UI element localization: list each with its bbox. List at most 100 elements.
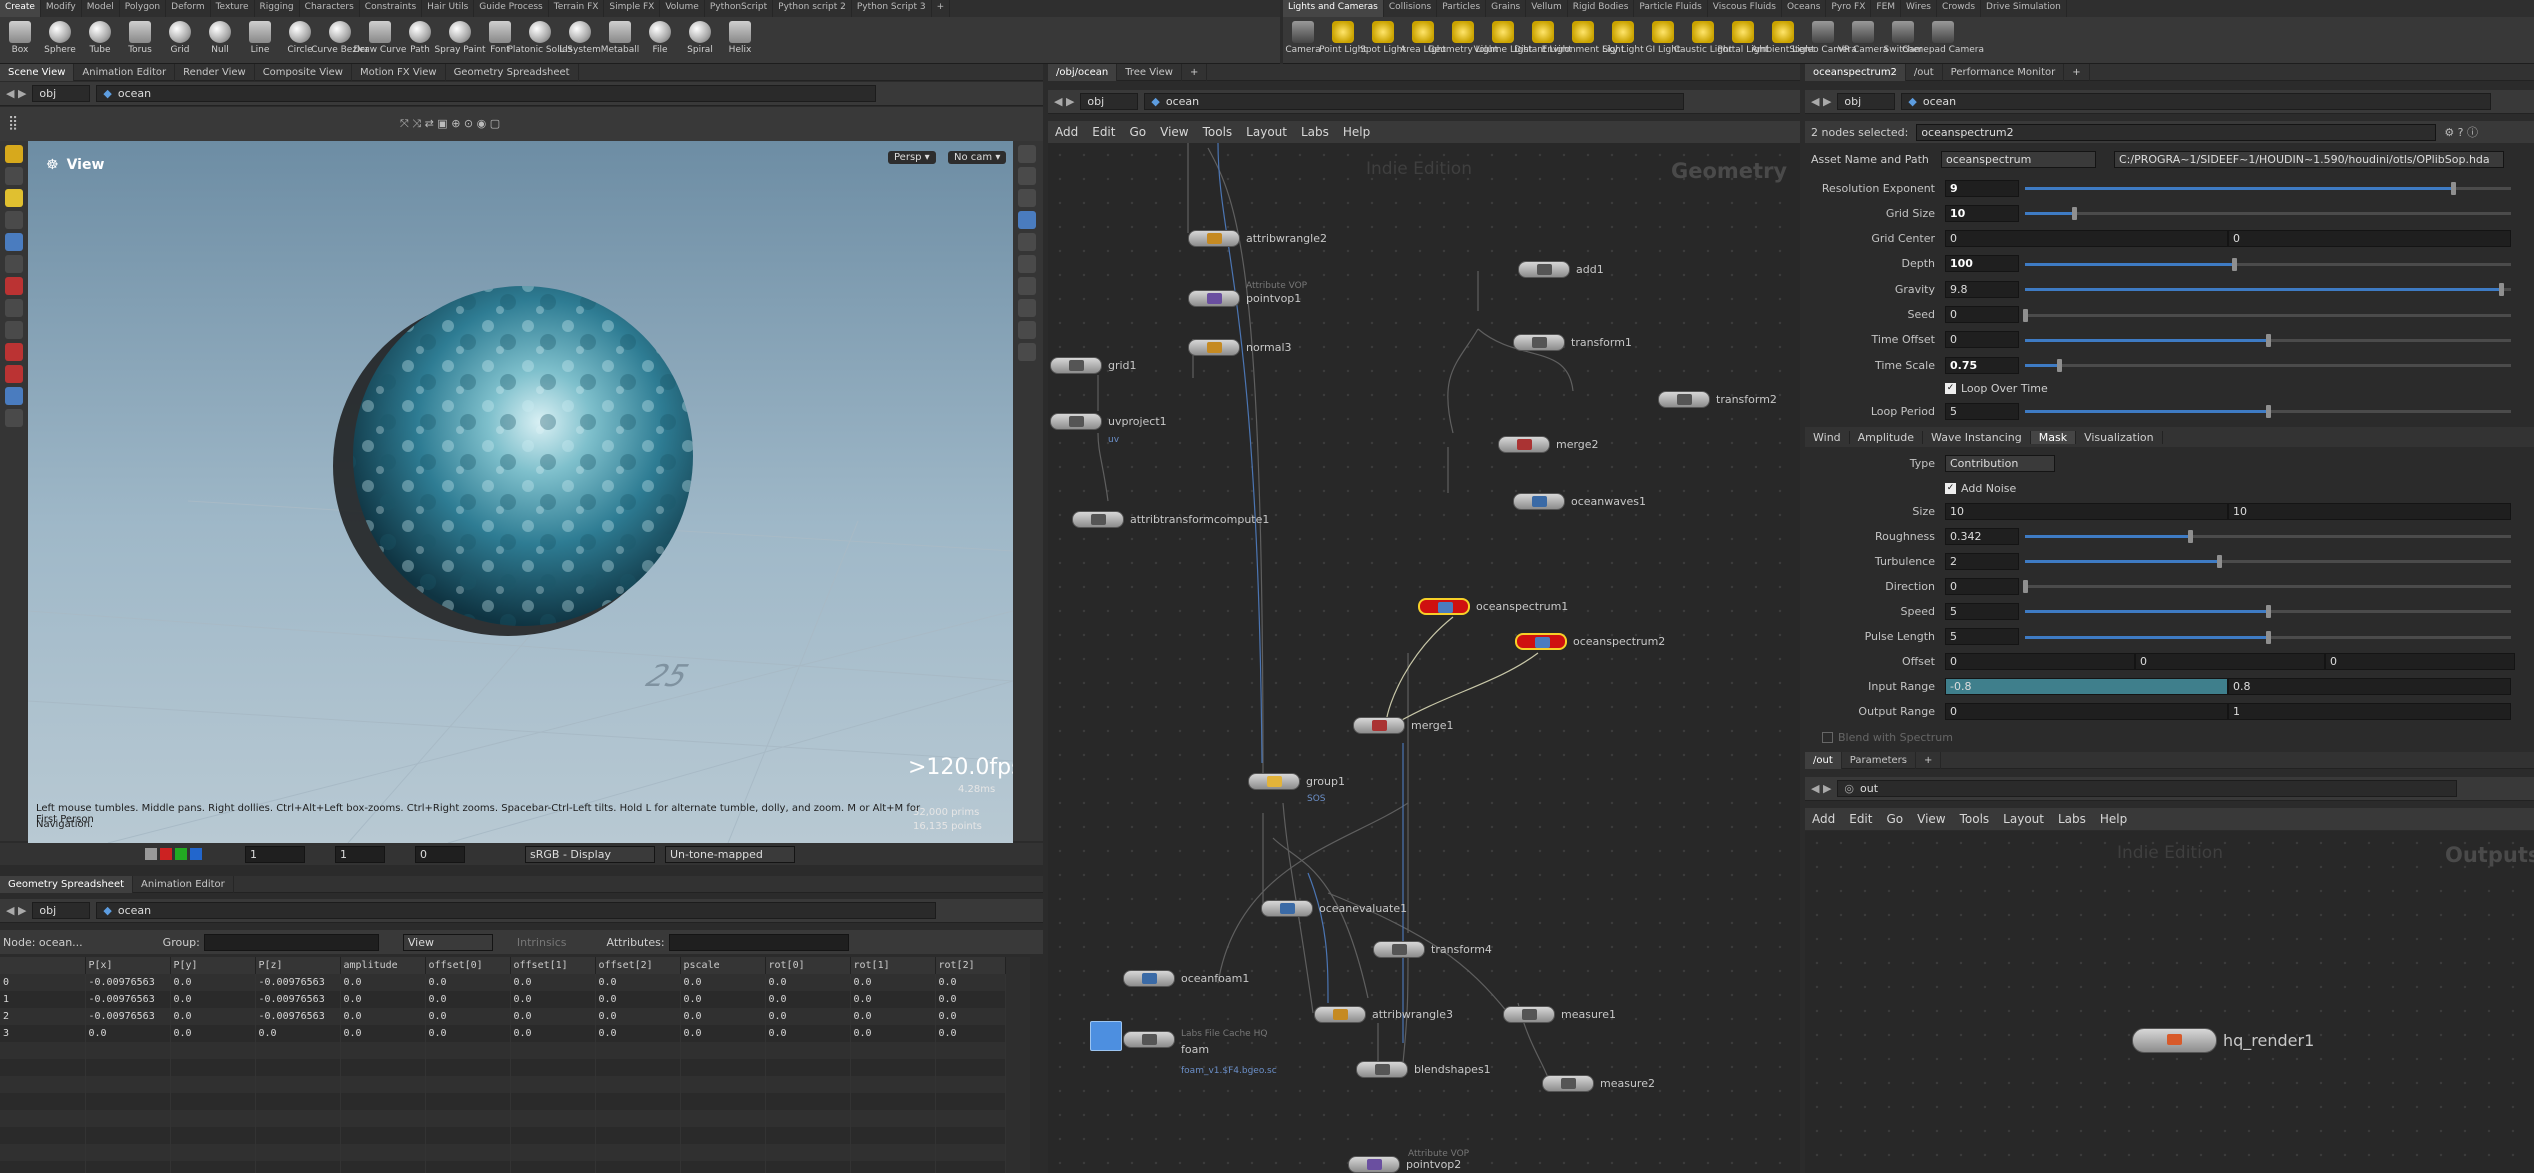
node-oceanspectrum1[interactable]: oceanspectrum1 (1418, 598, 1568, 615)
shelf-tool-tube[interactable]: Tube (80, 18, 120, 64)
shelf-tool-spot-light[interactable]: Spot Light (1360, 18, 1406, 64)
node-grid1[interactable]: grid1 (1050, 357, 1137, 374)
outnet-canvas[interactable]: Indie Edition Outputs hq_render1 (1805, 831, 2534, 1173)
shelf-tab-create[interactable]: Create (0, 0, 41, 17)
tab-animation-editor-2[interactable]: Animation Editor (133, 875, 234, 893)
shelf-tool-gamepad-camera[interactable]: Gamepad Camera (1902, 18, 1984, 64)
wireframe-icon[interactable] (1018, 167, 1036, 185)
path-ocean[interactable]: ◆ ocean (96, 85, 877, 102)
net-path-obj[interactable]: obj (1080, 93, 1139, 110)
shelf-tool-spray-paint[interactable]: Spray Paint (434, 18, 486, 64)
add-noise-checkbox[interactable]: ✓ (1945, 482, 1956, 494)
selected-node-field[interactable]: oceanspectrum2 (1916, 123, 2437, 141)
shelf-tool-portal-light[interactable]: Portal Light (1717, 18, 1769, 64)
shelf-tab-guide-process[interactable]: Guide Process (474, 0, 549, 17)
point-numbers-icon[interactable] (1018, 255, 1036, 273)
normals-icon[interactable] (1018, 233, 1036, 251)
tab-obj-ocean[interactable]: /obj/ocean (1048, 63, 1118, 81)
grid-display-icon[interactable] (1018, 343, 1036, 361)
shelf-tool-platonic-solids[interactable]: Platonic Solids (507, 18, 573, 64)
shelf-tab-wires[interactable]: Wires (1901, 0, 1937, 17)
grid-icon[interactable]: ⣿ (8, 115, 18, 131)
swatch-blue[interactable] (190, 848, 202, 860)
menu-labs[interactable]: Labs (2051, 812, 2093, 826)
param-slider[interactable] (2025, 551, 2511, 571)
param-field[interactable]: 5 (1945, 602, 2019, 620)
shelf-tab-volume[interactable]: Volume (660, 0, 705, 17)
shelf-tab-item[interactable]: + (932, 0, 951, 17)
slider-knob[interactable] (2266, 333, 2271, 347)
asset-path-field[interactable]: C:/PROGRA~1/SIDEEF~1/HOUDIN~1.590/houdin… (2114, 150, 2504, 168)
param-field[interactable]: 0 (1945, 331, 2019, 349)
shelf-tool-vr-camera[interactable]: VR Camera (1838, 18, 1888, 64)
node-transform4[interactable]: transform4 (1373, 941, 1492, 958)
lock-icon[interactable] (5, 233, 23, 251)
column-header[interactable]: amplitude (340, 957, 426, 974)
shelf-tool-metaball[interactable]: Metaball (600, 18, 640, 64)
back-arrow-icon[interactable]: ◀ ▶ (6, 87, 26, 100)
shelf-tab-terrain-fx[interactable]: Terrain FX (549, 0, 605, 17)
node-oceanwaves1[interactable]: oceanwaves1 (1513, 493, 1646, 510)
param-field[interactable]: 0 (1945, 577, 2019, 595)
shelf-tool-ambient-light[interactable]: Ambient Light (1751, 18, 1815, 64)
menu-go[interactable]: Go (1879, 812, 1910, 826)
brush-tool-icon[interactable] (5, 255, 23, 273)
column-header[interactable]: offset[0] (425, 957, 511, 974)
table-row[interactable]: 1 -0.00976563 0.0 -0.00976563 0.0 0.0 0.0 0.0 0.… (0, 991, 1006, 1008)
slider-knob[interactable] (2266, 605, 2271, 619)
node-oceanevaluate1[interactable]: oceanevaluate1 (1261, 900, 1407, 917)
param-slider[interactable] (2025, 526, 2511, 546)
shelf-tool-box[interactable]: Box (0, 18, 40, 64)
menu-go[interactable]: Go (1122, 125, 1153, 139)
column-header[interactable]: P[z] (255, 957, 341, 974)
display-select[interactable]: sRGB - Display (525, 845, 655, 863)
menu-view[interactable]: View (1153, 125, 1195, 139)
slider-knob[interactable] (2450, 182, 2456, 195)
param-field[interactable]: 10 (1945, 204, 2019, 222)
param-field[interactable]: 5 (1945, 628, 2019, 645)
frame-field-2[interactable]: 1 (335, 845, 385, 863)
node-oceanfoam1[interactable]: oceanfoam1 (1123, 970, 1249, 987)
scale-tool-icon[interactable] (5, 299, 23, 317)
swatch-red[interactable] (160, 848, 172, 860)
node-merge2[interactable]: merge2 (1498, 436, 1599, 453)
shelf-tab-rigid-bodies[interactable]: Rigid Bodies (1568, 0, 1635, 17)
param-field[interactable]: 2 (1945, 552, 2019, 570)
param-field[interactable]: 0 (2135, 653, 2325, 671)
menu-tools[interactable]: Tools (1196, 125, 1240, 139)
tab-scene-view[interactable]: Scene View (0, 63, 75, 81)
tab-out[interactable]: /out (1906, 63, 1943, 81)
slider-knob[interactable] (2266, 630, 2271, 644)
param-field[interactable]: -0.8 (1945, 678, 2228, 696)
column-header[interactable]: rot[0] (765, 957, 851, 974)
rotate-tool-icon[interactable] (5, 321, 23, 339)
shelf-tool-helix[interactable]: Helix (720, 18, 760, 64)
param-field-2[interactable]: 0 (2228, 230, 2511, 248)
shelf-tab-model[interactable]: Model (82, 0, 120, 17)
tab-out-2[interactable]: /out (1805, 751, 1842, 769)
menu-layout[interactable]: Layout (1996, 812, 2051, 826)
shelf-tool-sphere[interactable]: Sphere (40, 18, 80, 64)
param-slider[interactable] (2025, 279, 2511, 299)
shelf-tab-grains[interactable]: Grains (1486, 0, 1527, 17)
node-foam[interactable]: foam (1123, 1023, 1209, 1056)
shaded-icon[interactable] (1018, 189, 1036, 207)
shelf-tool-torus[interactable]: Torus (120, 18, 160, 64)
camera-menu[interactable]: No cam ▾ (948, 151, 1007, 164)
snap-point-icon[interactable] (5, 365, 23, 383)
shelf-tab-polygon[interactable]: Polygon (120, 0, 167, 17)
shelf-tab-particle-fluids[interactable]: Particle Fluids (1634, 0, 1708, 17)
shelf-tool-distant-light[interactable]: Distant Light (1514, 18, 1572, 64)
shelf-tab-pythonscript[interactable]: PythonScript (705, 0, 774, 17)
gear-icon[interactable]: ⚙ ? ⓘ (2444, 124, 2478, 140)
param-slider[interactable] (2025, 330, 2511, 350)
param-field[interactable]: 9.8 (1945, 280, 2019, 298)
nav-arrows-icon[interactable]: ◀ ▶ (6, 904, 26, 917)
menu-view[interactable]: View (1910, 812, 1952, 826)
shelf-tab-rigging[interactable]: Rigging (255, 0, 300, 17)
menu-layout[interactable]: Layout (1239, 125, 1294, 139)
shelf-tab-pyro-fx[interactable]: Pyro FX (1826, 0, 1872, 17)
network-canvas[interactable]: Indie Edition Geometry attribwrangle2 At… (1048, 143, 1800, 1173)
shelf-tab-viscous-fluids[interactable]: Viscous Fluids (1708, 0, 1782, 17)
shelf-tool-path[interactable]: Path (400, 18, 440, 64)
